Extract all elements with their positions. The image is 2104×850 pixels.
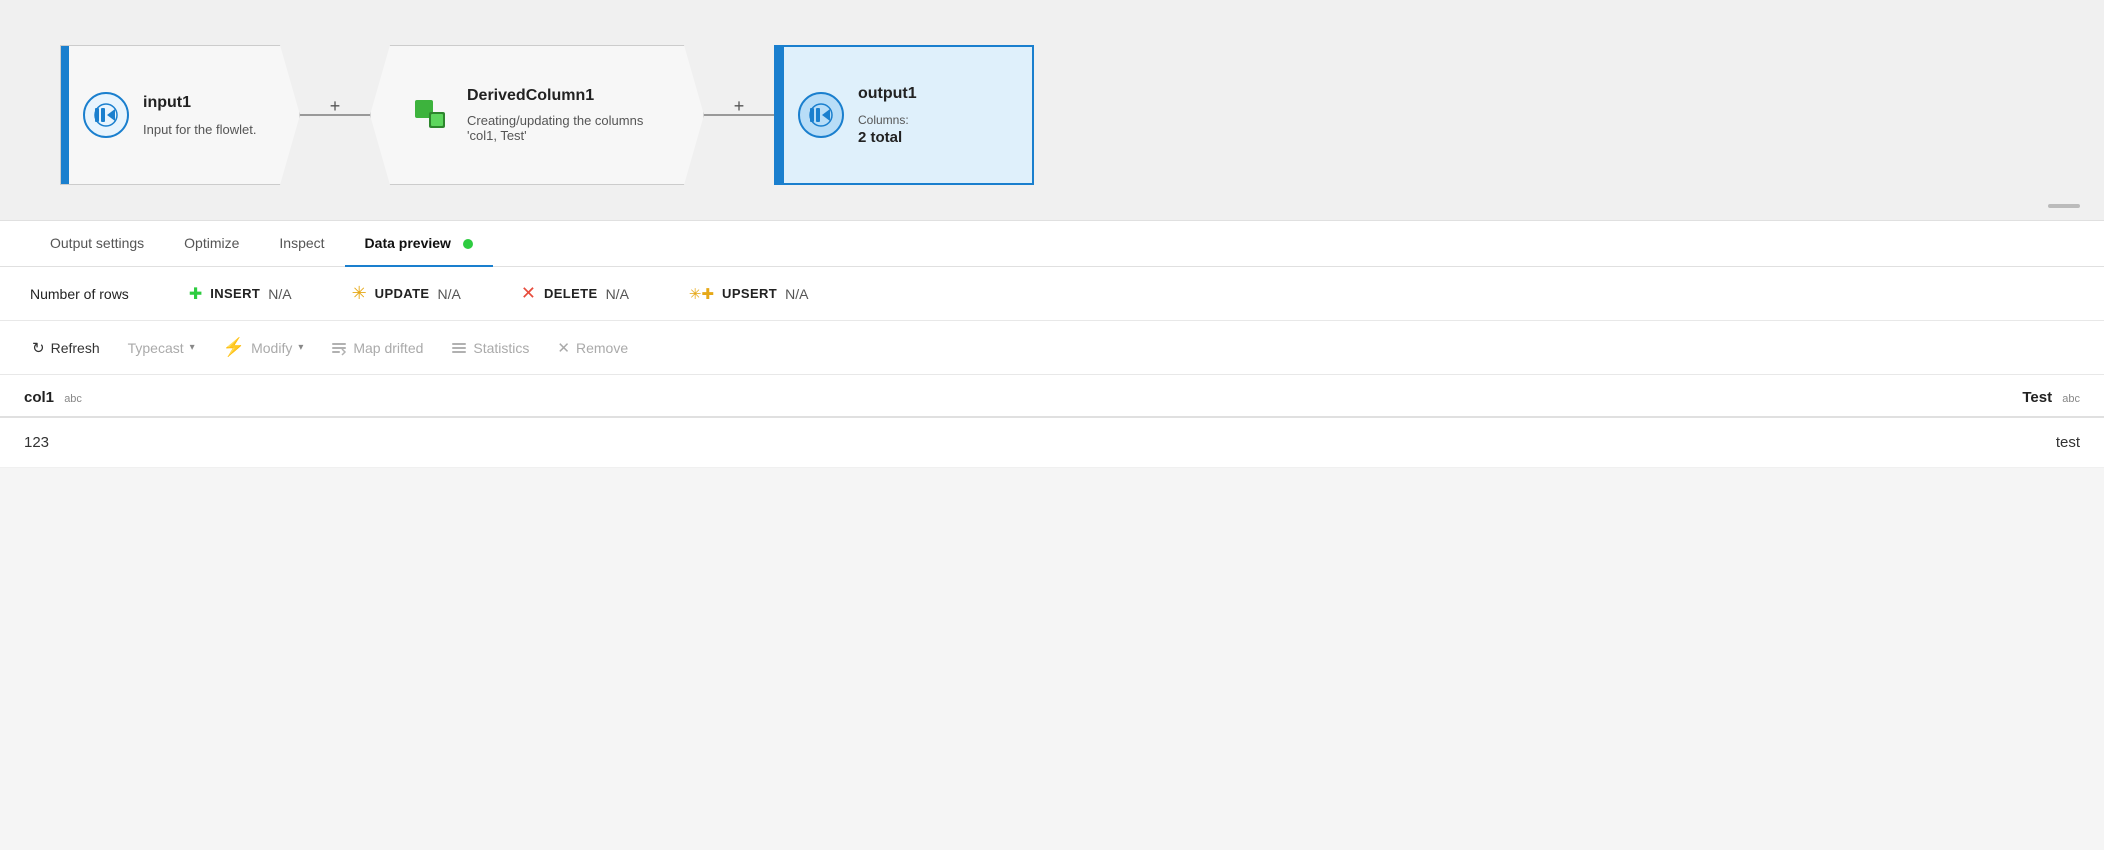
data-table-area: col1 abc Test abc 123 test	[0, 375, 2104, 468]
update-icon: ✳	[352, 283, 367, 304]
statistics-button[interactable]: Statistics	[439, 333, 541, 362]
derived-node-desc: Creating/updating the columns 'col1, Tes…	[467, 113, 667, 143]
col1-cell: 123	[0, 417, 1556, 468]
tab-output-settings[interactable]: Output settings	[30, 221, 164, 267]
test-cell: test	[1556, 417, 2104, 468]
toolbar-row: ↻ Refresh Typecast ▾ ⚡ Modify ▾ Map drif…	[0, 321, 2104, 375]
add-step-2-button[interactable]: +	[734, 96, 745, 117]
table-header-row: col1 abc Test abc	[0, 375, 2104, 417]
modify-label: Modify	[251, 340, 292, 356]
modify-icon: ⚡	[223, 337, 245, 358]
tab-data-preview[interactable]: Data preview	[345, 221, 493, 267]
derived-node-title: DerivedColumn1	[467, 87, 667, 105]
derived-column-node[interactable]: DerivedColumn1 Creating/updating the col…	[370, 45, 704, 185]
add-step-1-button[interactable]: +	[330, 96, 341, 117]
output-icon	[808, 102, 834, 128]
remove-button[interactable]: ✕ Remove	[545, 333, 640, 363]
map-drifted-button[interactable]: Map drifted	[319, 333, 435, 362]
remove-label: Remove	[576, 340, 628, 356]
col1-header: col1 abc	[0, 375, 1556, 417]
tab-optimize[interactable]: Optimize	[164, 221, 259, 267]
upsert-label: UPSERT	[722, 286, 777, 301]
delete-label: DELETE	[544, 286, 598, 301]
input-node[interactable]: input1 Input for the flowlet.	[60, 45, 300, 185]
data-table: col1 abc Test abc 123 test	[0, 375, 2104, 468]
connector-1: +	[300, 114, 370, 116]
output-node-title: output1	[858, 85, 917, 103]
refresh-icon: ↻	[32, 339, 45, 357]
minimize-button[interactable]	[2048, 204, 2080, 208]
remove-icon: ✕	[557, 339, 570, 357]
delete-icon: ✕	[521, 283, 536, 304]
typecast-chevron-icon: ▾	[190, 342, 195, 353]
row-count-label: Number of rows	[30, 286, 129, 302]
input-node-title: input1	[143, 94, 256, 112]
typecast-button[interactable]: Typecast ▾	[116, 334, 207, 362]
table-row: 123 test	[0, 417, 2104, 468]
upsert-icon: ✳✚	[689, 285, 714, 303]
typecast-label: Typecast	[128, 340, 184, 356]
upsert-stat: ✳✚ UPSERT N/A	[689, 285, 809, 303]
test-header: Test abc	[1556, 375, 2104, 417]
data-preview-dot	[463, 239, 473, 249]
input-node-desc: Input for the flowlet.	[143, 122, 256, 137]
map-drifted-label: Map drifted	[353, 340, 423, 356]
update-label: UPDATE	[375, 286, 430, 301]
derived-column-icon	[411, 96, 449, 134]
refresh-label: Refresh	[51, 340, 100, 356]
pipeline-canvas: input1 Input for the flowlet. + Derive	[0, 0, 2104, 220]
modify-button[interactable]: ⚡ Modify ▾	[211, 331, 316, 364]
insert-value: N/A	[268, 286, 291, 302]
refresh-button[interactable]: ↻ Refresh	[20, 333, 112, 363]
map-drifted-icon	[331, 339, 347, 356]
output-node-columns-label: Columns:	[858, 113, 917, 127]
delete-value: N/A	[606, 286, 629, 302]
insert-stat: ✚ INSERT N/A	[189, 284, 292, 304]
delete-stat: ✕ DELETE N/A	[521, 283, 629, 304]
insert-icon: ✚	[189, 284, 202, 304]
upsert-value: N/A	[785, 286, 808, 302]
tabs-row: Output settings Optimize Inspect Data pr…	[0, 221, 2104, 267]
stats-row: Number of rows ✚ INSERT N/A ✳ UPDATE N/A…	[0, 267, 2104, 321]
input-icon	[93, 102, 119, 128]
modify-chevron-icon: ▾	[298, 342, 303, 353]
update-value: N/A	[438, 286, 461, 302]
statistics-label: Statistics	[473, 340, 529, 356]
output-node-columns-value: 2 total	[858, 129, 917, 146]
update-stat: ✳ UPDATE N/A	[352, 283, 461, 304]
tab-inspect[interactable]: Inspect	[259, 221, 344, 267]
output-node[interactable]: output1 Columns: 2 total	[774, 45, 1034, 185]
connector-2: +	[704, 114, 774, 116]
bottom-panel: Output settings Optimize Inspect Data pr…	[0, 220, 2104, 468]
insert-label: INSERT	[210, 286, 260, 301]
statistics-icon	[451, 339, 467, 356]
